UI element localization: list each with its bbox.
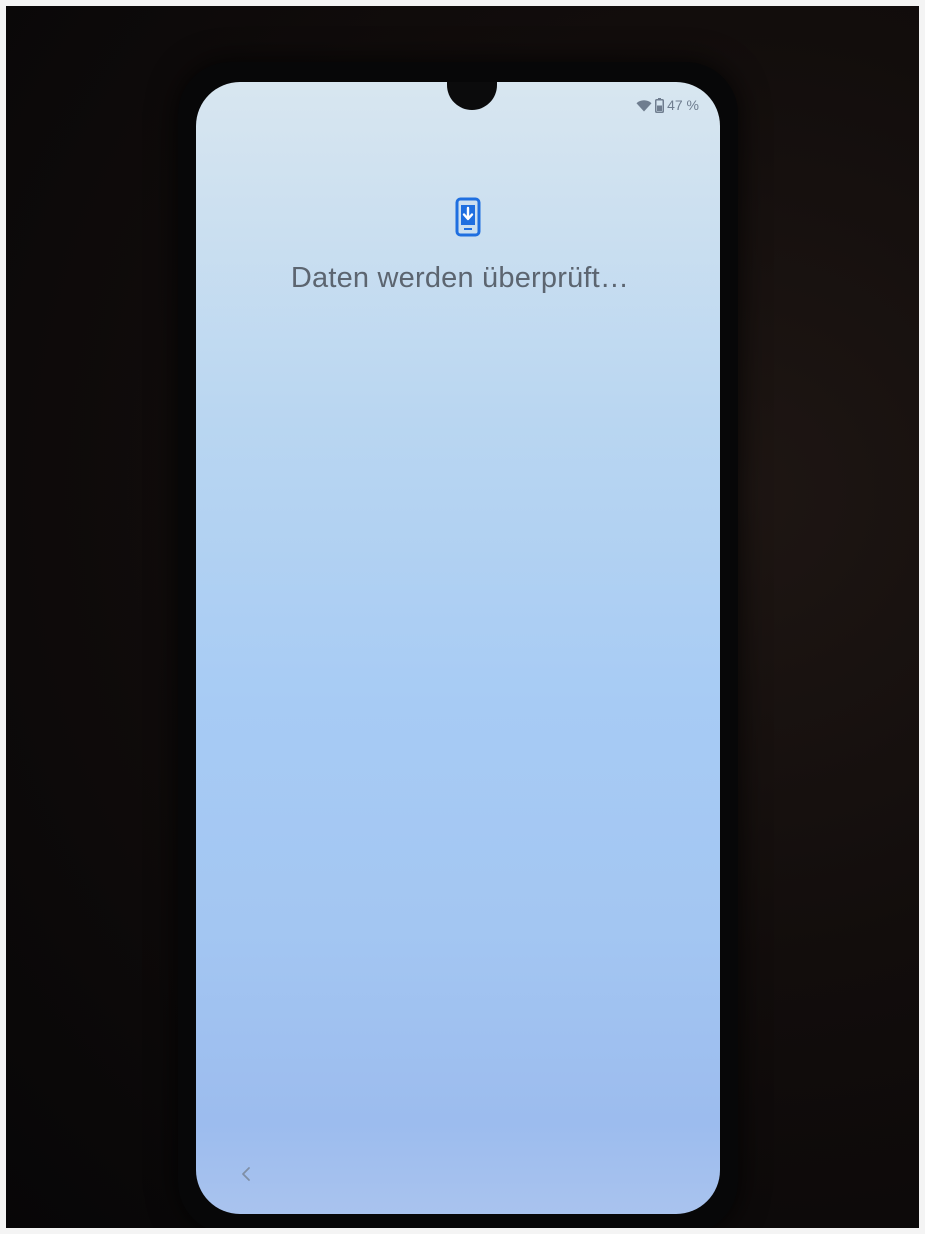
photo-background: 47 % Daten werden überprüft… <box>0 0 925 1234</box>
status-bar: 47 % <box>636 96 699 114</box>
status-message: Daten werden überprüft… <box>290 262 630 294</box>
phone-download-icon <box>455 197 481 237</box>
battery-icon <box>655 97 665 113</box>
battery-percentage: 47 % <box>667 97 699 113</box>
phone-screen <box>196 82 720 1214</box>
chevron-left-icon <box>240 1166 252 1187</box>
wifi-icon <box>636 99 652 112</box>
back-button[interactable] <box>236 1164 256 1188</box>
